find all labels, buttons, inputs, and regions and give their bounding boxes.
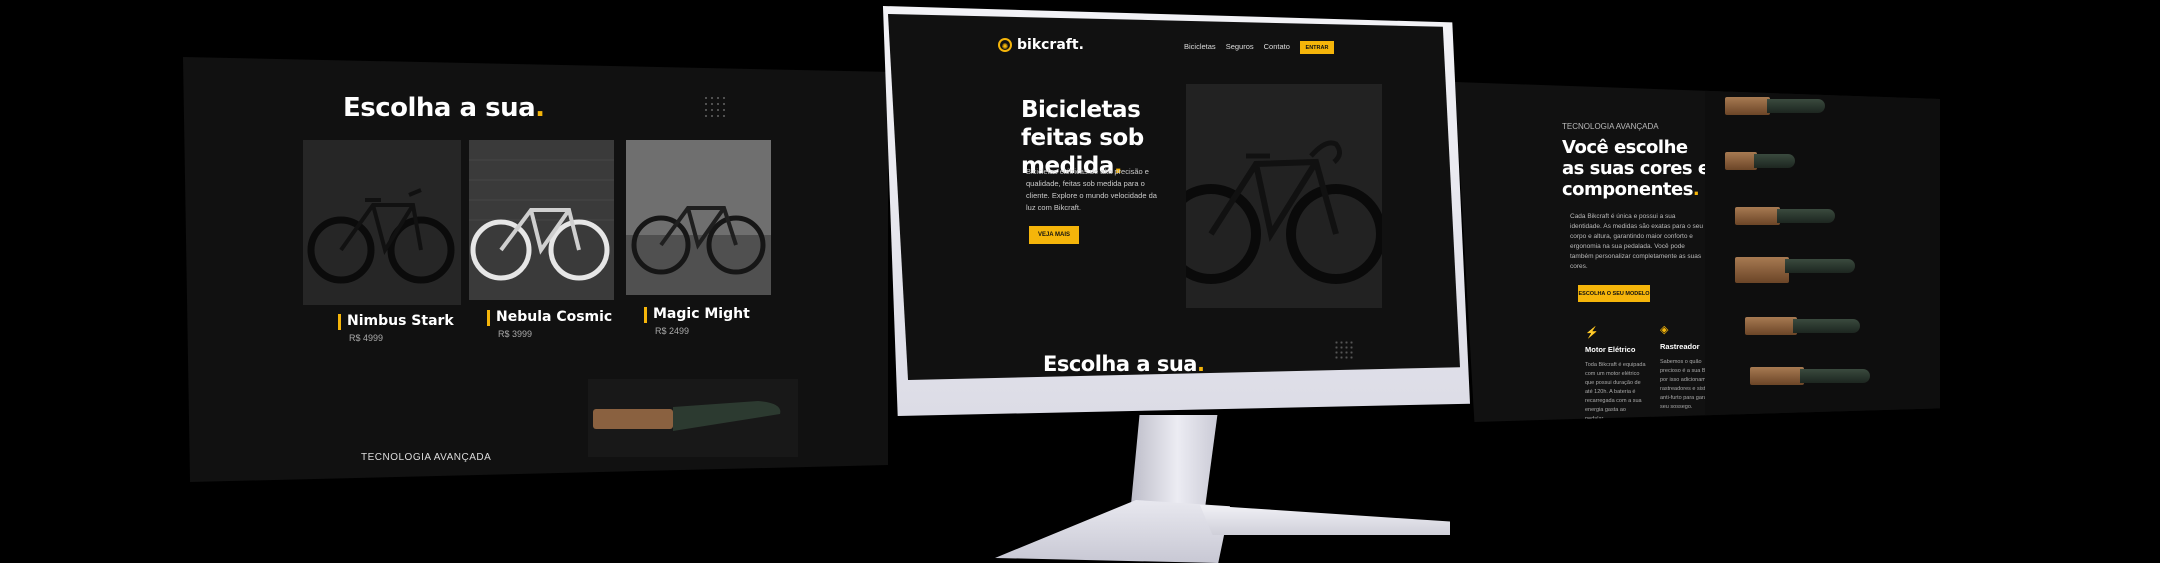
dot-grid-decoration — [703, 95, 727, 119]
product-price: R$ 4999 — [349, 333, 384, 343]
knife-image — [1725, 97, 1825, 115]
product-name: Nebula Cosmic — [496, 309, 613, 325]
section-paragraph: Cada Bikcraft é única e possui a sua ide… — [1570, 213, 1703, 270]
product-card[interactable]: Nimbus Stark R$ 4999 — [303, 140, 463, 343]
bike-illustration — [1186, 84, 1382, 308]
menu-item-seguros[interactable]: Seguros — [1226, 42, 1254, 51]
main-menu: Bicicletas Seguros Contato — [1184, 42, 1290, 51]
product-name: Nimbus Stark — [347, 313, 454, 329]
location-icon: ◈ — [1660, 324, 1669, 336]
knife-image — [1735, 257, 1855, 283]
knife-image — [1750, 367, 1870, 385]
bike-illustration — [626, 140, 771, 295]
see-more-button[interactable]: VEJA MAIS — [1029, 226, 1079, 244]
logo-text: bikcraft. — [1017, 37, 1084, 53]
bike-logo-icon: ✺ — [998, 38, 1012, 52]
menu-item-bicicletas[interactable]: Bicicletas — [1184, 42, 1216, 51]
bike-illustration — [469, 140, 614, 300]
tech-label: TECNOLOGIA AVANÇADA — [361, 452, 492, 463]
hero-paragraph: Bicicletas elétricas de alta precisão e … — [1026, 167, 1157, 212]
enter-button[interactable]: ENTRAR — [1300, 41, 1334, 54]
choose-model-button[interactable]: ESCOLHA O SEU MODELO — [1578, 285, 1650, 302]
left-screen-mockup: Escolha a sua. Nimbus Stark R$ 4999 Nebu… — [183, 57, 888, 482]
product-name: Magic Might — [653, 306, 750, 322]
accent-bar — [487, 310, 490, 326]
bike-photo — [303, 140, 461, 305]
dot-grid-decoration — [1334, 340, 1354, 360]
bike-illustration — [303, 140, 461, 305]
knife-photo — [588, 379, 798, 457]
bike-photo — [626, 140, 771, 295]
monitor-stand-base — [1200, 505, 1450, 535]
knife-image — [1745, 317, 1860, 335]
knife-illustration — [588, 379, 798, 457]
accent-bar — [644, 307, 647, 323]
bike-photo — [469, 140, 614, 300]
knife-image — [1725, 152, 1795, 170]
knife-gallery — [1705, 82, 1940, 422]
product-price: R$ 2499 — [655, 326, 690, 336]
accent-bar — [338, 314, 341, 330]
feature-title: Motor Elétrico — [1585, 345, 1636, 354]
right-screen-mockup: TECNOLOGIA AVANÇADA Você escolhe as suas… — [1455, 82, 1940, 422]
product-card[interactable]: Magic Might R$ 2499 — [626, 140, 786, 340]
monitor-screen: ✺ bikcraft. Bicicletas Seguros Contato E… — [888, 14, 1460, 380]
feature-title: Rastreador — [1660, 342, 1700, 351]
eyebrow-label: TECNOLOGIA AVANÇADA — [1562, 122, 1659, 131]
bolt-icon: ⚡ — [1585, 327, 1599, 339]
section-title: Escolha a sua. — [1043, 352, 1205, 376]
hero-bike-photo — [1186, 84, 1382, 308]
monitor-stand-neck — [1130, 415, 1218, 515]
feature-text: Toda Bikcraft é equipada com um motor el… — [1585, 362, 1646, 422]
knife-image — [1735, 207, 1835, 225]
product-card[interactable]: Nebula Cosmic R$ 3999 — [469, 140, 629, 340]
section-title: Escolha a sua. — [343, 93, 545, 123]
menu-item-contato[interactable]: Contato — [1264, 42, 1290, 51]
site-logo[interactable]: ✺ bikcraft. — [998, 37, 1084, 53]
monitor-stand-base — [995, 500, 1230, 563]
product-price: R$ 3999 — [498, 329, 533, 339]
section-title: Você escolhe as suas cores e componentes… — [1562, 137, 1710, 200]
